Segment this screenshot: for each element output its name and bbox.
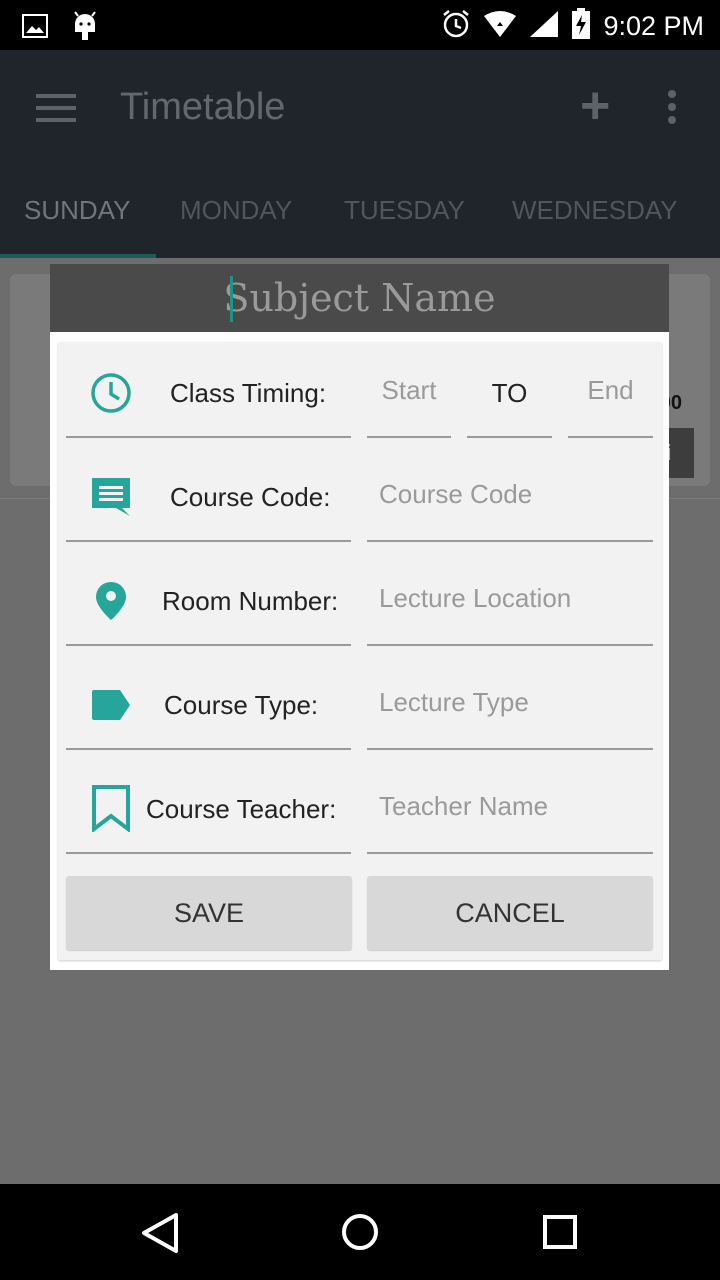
room-number-label: Room Number: [162,586,339,616]
end-time-cell [568,342,653,438]
subject-name-input[interactable] [50,264,669,332]
label-tag-icon [90,684,132,726]
battery-charging-icon [571,8,591,45]
course-teacher-row: Course Teacher: [58,758,662,862]
timing-separator: TO [491,378,528,408]
cell-signal-icon [529,10,559,43]
teacher-name-input[interactable] [379,786,639,826]
course-type-field-cell [367,654,653,750]
cancel-button[interactable]: CANCEL [367,876,653,950]
course-code-label: Course Code: [170,482,331,512]
course-code-label-cell: Course Code: [66,446,351,542]
back-icon[interactable] [140,1212,180,1259]
dialog-header [50,264,669,332]
bookmark-icon [90,784,132,834]
course-code-row: Course Code: [58,446,662,550]
status-time: 9:02 PM [603,11,704,41]
tab-sunday[interactable]: SUNDAY [24,195,130,226]
room-number-row: Room Number: [58,550,662,654]
course-code-field-cell [367,446,653,542]
add-subject-dialog: Class Timing: TO Course Code: [50,264,669,970]
class-timing-label-cell: Class Timing: [66,342,351,438]
room-number-field-cell [367,550,653,646]
alarm-icon [441,9,471,44]
day-tabs: SUNDAY MONDAY TUESDAY WEDNESDAY [0,195,720,258]
course-type-row: Course Type: [58,654,662,758]
recents-icon[interactable] [543,1215,577,1254]
start-time-cell [367,342,451,438]
save-button[interactable]: SAVE [66,876,352,950]
course-teacher-label-cell: Course Teacher: [66,758,351,854]
app-bar: Timetable + SUNDAY MONDAY TUESDAY WEDNES… [0,50,720,258]
status-bar: 9:02 PM [0,0,720,50]
app-title: Timetable [120,86,286,128]
course-teacher-field-cell [367,758,653,854]
end-time-input[interactable] [568,370,653,410]
message-icon [90,476,132,518]
text-cursor [230,276,233,322]
lecture-type-input[interactable] [379,682,639,722]
form-panel: Class Timing: TO Course Code: [58,342,662,960]
dialog-body: Class Timing: TO Course Code: [50,332,669,970]
timing-separator-cell: TO [467,342,552,438]
lecture-location-input[interactable] [379,578,639,618]
course-teacher-label: Course Teacher: [146,794,337,824]
tab-wednesday[interactable]: WEDNESDAY [512,195,678,226]
course-type-label: Course Type: [164,690,319,720]
add-icon[interactable]: + [580,80,610,132]
home-icon[interactable] [341,1213,379,1256]
tab-monday[interactable]: MONDAY [180,195,292,226]
course-type-label-cell: Course Type: [66,654,351,750]
start-time-input[interactable] [367,370,451,410]
class-timing-label: Class Timing: [170,378,327,408]
more-options-icon[interactable] [664,90,680,126]
class-timing-row: Class Timing: TO [58,342,662,446]
menu-icon[interactable] [36,94,76,124]
tab-tuesday[interactable]: TUESDAY [344,195,465,226]
clock-icon [90,372,132,414]
navigation-bar [0,1184,720,1280]
wifi-icon [483,10,517,43]
location-pin-icon [90,580,132,622]
course-code-input[interactable] [379,474,639,514]
gallery-notification-icon [22,14,48,43]
android-notification-icon [72,10,98,47]
room-number-label-cell: Room Number: [66,550,351,646]
